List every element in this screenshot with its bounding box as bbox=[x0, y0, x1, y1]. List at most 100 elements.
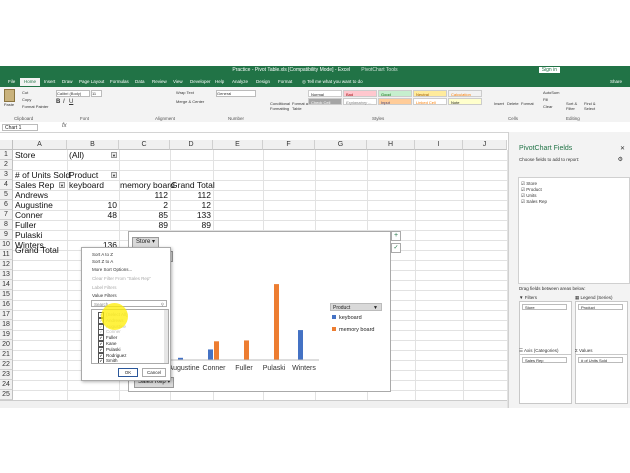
autosum-button[interactable]: AutoSum bbox=[543, 90, 559, 95]
style-explanatory[interactable]: Explanatory ... bbox=[343, 98, 377, 105]
values-area[interactable]: # of Units Sold bbox=[575, 354, 628, 404]
style-note[interactable]: Note bbox=[448, 98, 482, 105]
style-bad[interactable]: Bad bbox=[343, 90, 377, 97]
tab-view[interactable]: View bbox=[173, 78, 183, 86]
filter-search-input[interactable]: Search ⚲ bbox=[91, 300, 167, 307]
tab-formulas[interactable]: Formulas bbox=[110, 78, 129, 86]
cell-a4[interactable]: Sales Rep bbox=[15, 180, 54, 190]
cell-b4[interactable]: keyboard bbox=[69, 180, 104, 190]
row-header-22[interactable]: 22 bbox=[0, 360, 13, 370]
bar-memory-board-conner[interactable] bbox=[214, 341, 219, 360]
cancel-button[interactable]: Cancel bbox=[142, 368, 166, 377]
tab-design[interactable]: Design bbox=[256, 78, 270, 86]
underline-button[interactable]: U bbox=[69, 99, 73, 105]
tell-me-box[interactable]: ◎ Tell me what you want to do bbox=[302, 78, 363, 86]
pane-settings-icon[interactable]: ⚙ bbox=[618, 156, 623, 163]
axis-chip-sales-rep[interactable]: Sales Rep bbox=[522, 357, 567, 363]
tab-insert[interactable]: Insert bbox=[44, 78, 55, 86]
column-header-e[interactable]: E bbox=[213, 140, 263, 150]
tab-file[interactable]: File bbox=[8, 78, 15, 86]
cell-b9[interactable] bbox=[69, 230, 117, 240]
cell-a9[interactable]: Pulaski bbox=[15, 230, 42, 240]
clear-button[interactable]: Clear bbox=[543, 104, 553, 109]
cell-a6[interactable]: Augustine bbox=[15, 200, 53, 210]
filter-checkbox-item[interactable]: ✔ Smith bbox=[98, 358, 118, 363]
cell-b3[interactable]: Product bbox=[69, 170, 98, 180]
find-select-button[interactable]: Find & Select bbox=[584, 101, 600, 111]
conditional-formatting-button[interactable]: Conditional Formatting bbox=[270, 101, 292, 111]
legend-header[interactable]: Product ▼ bbox=[330, 303, 382, 311]
row-header-23[interactable]: 23 bbox=[0, 370, 13, 380]
row-header-13[interactable]: 13 bbox=[0, 270, 13, 280]
fill-button[interactable]: Fill bbox=[543, 97, 548, 102]
clear-filter[interactable]: Clear Filter From "Sales Rep" bbox=[92, 276, 151, 281]
insert-cells-button[interactable]: Insert bbox=[494, 101, 504, 106]
style-neutral[interactable]: Neutral bbox=[413, 90, 447, 97]
row-header-19[interactable]: 19 bbox=[0, 330, 13, 340]
tab-analyze[interactable]: Analyze bbox=[232, 78, 248, 86]
cell-a8[interactable]: Fuller bbox=[15, 220, 36, 230]
style-calculation[interactable]: Calculation bbox=[448, 90, 482, 97]
column-header-i[interactable]: I bbox=[415, 140, 463, 150]
merge-center-button[interactable]: Merge & Center bbox=[176, 99, 204, 104]
sign-in-button[interactable]: Sign in bbox=[538, 67, 560, 73]
row-header-7[interactable]: 7 bbox=[0, 210, 13, 220]
column-header-h[interactable]: H bbox=[367, 140, 415, 150]
tab-review[interactable]: Review bbox=[152, 78, 167, 86]
style-good[interactable]: Good bbox=[378, 90, 412, 97]
row-header-24[interactable]: 24 bbox=[0, 380, 13, 390]
cell-c6[interactable]: 2 bbox=[121, 200, 168, 210]
row-header-15[interactable]: 15 bbox=[0, 290, 13, 300]
cell-a1[interactable]: Store bbox=[15, 150, 35, 160]
row-header-4[interactable]: 4 bbox=[0, 180, 13, 190]
pane-close-icon[interactable]: ✕ bbox=[620, 145, 625, 152]
chart-styles-button[interactable]: ✓ bbox=[391, 243, 401, 253]
chart-elements-button[interactable]: + bbox=[391, 231, 401, 241]
tab-draw[interactable]: Draw bbox=[62, 78, 73, 86]
ok-button[interactable]: OK bbox=[118, 368, 138, 377]
cut-button[interactable]: Cut bbox=[22, 90, 28, 95]
name-box[interactable]: Chart 1 bbox=[2, 124, 38, 131]
row-header-16[interactable]: 16 bbox=[0, 300, 13, 310]
sort-filter-button[interactable]: Sort & Filter bbox=[566, 101, 582, 111]
bar-keyboard-winters[interactable] bbox=[298, 330, 303, 360]
share-button[interactable]: Share bbox=[610, 78, 622, 86]
tab-home[interactable]: Home bbox=[20, 78, 41, 86]
cell-d4[interactable]: Grand Total bbox=[171, 180, 215, 190]
axis-area[interactable]: Sales Rep bbox=[519, 354, 572, 404]
tab-help[interactable]: Help bbox=[215, 78, 224, 86]
row-header-25[interactable]: 25 bbox=[0, 390, 13, 400]
cell-b5[interactable] bbox=[69, 190, 117, 200]
column-header-d[interactable]: D bbox=[170, 140, 213, 150]
cell-a3[interactable]: # of Units Sold bbox=[15, 170, 70, 180]
row-header-6[interactable]: 6 bbox=[0, 200, 13, 210]
filter-icon[interactable]: ▼ bbox=[373, 304, 378, 312]
cell-b6[interactable]: 10 bbox=[69, 200, 117, 210]
cell-a7[interactable]: Conner bbox=[15, 210, 43, 220]
tab-format[interactable]: Format bbox=[278, 78, 292, 86]
row-header-20[interactable]: 20 bbox=[0, 340, 13, 350]
cell-d5[interactable]: 112 bbox=[172, 190, 211, 200]
bar-keyboard-conner[interactable] bbox=[208, 349, 213, 360]
style-input[interactable]: Input bbox=[378, 98, 412, 105]
row-header-9[interactable]: 9 bbox=[0, 230, 13, 240]
column-header-b[interactable]: B bbox=[67, 140, 119, 150]
tab-data[interactable]: Data bbox=[135, 78, 145, 86]
column-header-f[interactable]: F bbox=[263, 140, 315, 150]
format-cells-button[interactable]: Format bbox=[521, 101, 534, 106]
row-header-11[interactable]: 11 bbox=[0, 250, 13, 260]
column-header-j[interactable]: J bbox=[463, 140, 507, 150]
copy-button[interactable]: Copy bbox=[22, 97, 31, 102]
sales-rep-filter-dropdown[interactable]: ▼ bbox=[59, 182, 65, 188]
cell-c7[interactable]: 85 bbox=[121, 210, 168, 220]
column-header-a[interactable]: A bbox=[13, 140, 67, 150]
field-sales-rep[interactable]: ☑ Sales Rep bbox=[521, 199, 547, 205]
cell-d8[interactable]: 89 bbox=[172, 220, 211, 230]
tab-page-layout[interactable]: Page Layout bbox=[79, 78, 104, 86]
style-normal[interactable]: Normal bbox=[308, 90, 342, 97]
product-filter-dropdown[interactable]: ▼ bbox=[111, 172, 117, 178]
row-header-21[interactable]: 21 bbox=[0, 350, 13, 360]
label-filters[interactable]: Label Filters bbox=[92, 285, 117, 290]
wrap-text-button[interactable]: Wrap Text bbox=[176, 90, 194, 95]
style-check-cell[interactable]: Check Cell bbox=[308, 98, 342, 105]
